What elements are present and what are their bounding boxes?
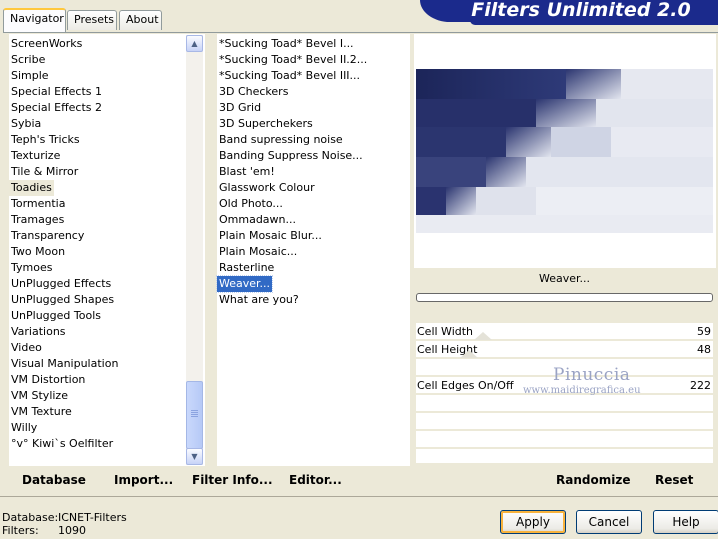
param-spacer <box>414 305 716 323</box>
database-button[interactable]: Database <box>22 466 86 494</box>
slider-handle-icon[interactable] <box>460 350 478 358</box>
category-item[interactable]: Texturize <box>9 148 62 164</box>
category-item[interactable]: Special Effects 1 <box>9 84 104 100</box>
watermark-name: Pinuccia <box>553 365 631 385</box>
progress-bar <box>416 293 713 302</box>
filter-item[interactable]: 3D Superchekers <box>217 116 315 132</box>
reset-button[interactable]: Reset <box>655 466 693 494</box>
tab-navigator[interactable]: Navigator <box>3 8 66 32</box>
preview-image <box>416 69 713 233</box>
tab-presets[interactable]: Presets <box>67 10 117 30</box>
filter-list[interactable]: *Sucking Toad* Bevel I... *Sucking Toad* … <box>215 34 410 466</box>
category-item[interactable]: Teph's Tricks <box>9 132 82 148</box>
filter-item[interactable]: Old Photo... <box>217 196 285 212</box>
cancel-button[interactable]: Cancel <box>576 510 642 534</box>
category-item[interactable]: Willy <box>9 420 39 436</box>
category-item[interactable]: °v° Kiwi`s Oelfilter <box>9 436 115 452</box>
category-item[interactable]: Tymoes <box>9 260 54 276</box>
filter-item[interactable]: *Sucking Toad* Bevel II.2... <box>217 52 369 68</box>
filter-item[interactable]: Weaver... <box>215 275 274 293</box>
category-item[interactable]: ScreenWorks <box>9 36 84 52</box>
param-label: Cell Width <box>417 325 474 338</box>
category-item[interactable]: VM Distortion <box>9 372 87 388</box>
filter-item[interactable]: What are you? <box>217 292 301 308</box>
category-item[interactable]: Toadies <box>9 180 54 196</box>
param-cell-width[interactable]: Cell Width 59 <box>416 323 713 340</box>
param-empty-row <box>416 449 713 464</box>
param-empty-row <box>416 395 713 412</box>
apply-button[interactable]: Apply <box>500 510 566 534</box>
category-item[interactable]: UnPlugged Shapes <box>9 292 116 308</box>
param-value[interactable]: 59 <box>697 323 711 340</box>
watermark-site: www.maidiregrafica.eu <box>523 385 641 396</box>
category-item[interactable]: Scribe <box>9 52 47 68</box>
filter-item[interactable]: Band supressing noise <box>217 132 345 148</box>
param-value[interactable]: 222 <box>690 377 711 394</box>
selected-filter-name: Weaver... <box>538 272 591 285</box>
status-filters-value: 1090 <box>58 524 86 537</box>
randomize-button[interactable]: Randomize <box>556 466 630 494</box>
category-item[interactable]: Transparency <box>9 228 86 244</box>
filter-item[interactable]: Plain Mosaic... <box>217 244 299 260</box>
category-item[interactable]: Two Moon <box>9 244 67 260</box>
category-item[interactable]: Simple <box>9 68 51 84</box>
filter-item[interactable]: *Sucking Toad* Bevel I... <box>217 36 356 52</box>
status-filters-label: Filters: <box>2 524 39 537</box>
param-value[interactable]: 48 <box>697 341 711 358</box>
category-item[interactable]: Video <box>9 340 44 356</box>
filter-item[interactable]: *Sucking Toad* Bevel III... <box>217 68 362 84</box>
param-label: Cell Edges On/Off <box>417 379 514 392</box>
import-button[interactable]: Import... <box>114 466 173 494</box>
tab-about[interactable]: About <box>119 10 162 30</box>
category-item[interactable]: Tile & Mirror <box>9 164 80 180</box>
category-item[interactable]: UnPlugged Effects <box>9 276 113 292</box>
filter-item[interactable]: 3D Grid <box>217 100 263 116</box>
category-item[interactable]: Variations <box>9 324 68 340</box>
filter-item[interactable]: Glasswork Colour <box>217 180 317 196</box>
scroll-down-icon[interactable]: ▼ <box>186 448 203 465</box>
param-empty-row <box>416 431 713 448</box>
category-item[interactable]: VM Stylize <box>9 388 70 404</box>
status-separator <box>0 496 718 497</box>
editor-button[interactable]: Editor... <box>289 466 342 494</box>
status-filters: Filters: 1090 <box>2 524 86 537</box>
category-item[interactable]: UnPlugged Tools <box>9 308 103 324</box>
category-list[interactable]: ScreenWorks Scribe Simple Special Effects 1… <box>9 34 205 466</box>
category-item[interactable]: VM Texture <box>9 404 74 420</box>
category-item[interactable]: Special Effects 2 <box>9 100 104 116</box>
title-swoosh <box>470 20 718 25</box>
filter-item[interactable]: Ommadawn... <box>217 212 298 228</box>
scroll-up-icon[interactable]: ▲ <box>186 35 203 52</box>
param-cell-height[interactable]: Cell Height 48 <box>416 341 713 358</box>
category-item[interactable]: Tramages <box>9 212 66 228</box>
action-bar: Database Import... Filter Info... Editor… <box>0 466 718 494</box>
category-scrollbar[interactable]: ▲ ▼ <box>186 35 203 465</box>
status-database: Database: ICNET-Filters <box>2 511 127 524</box>
filter-item[interactable]: Plain Mosaic Blur... <box>217 228 324 244</box>
filter-item[interactable]: Blast 'em! <box>217 164 277 180</box>
param-empty-row <box>416 413 713 430</box>
filter-item[interactable]: Rasterline <box>217 260 276 276</box>
filter-item[interactable]: 3D Checkers <box>217 84 290 100</box>
status-database-value: ICNET-Filters <box>58 511 127 524</box>
category-item[interactable]: Visual Manipulation <box>9 356 120 372</box>
category-item[interactable]: Tormentia <box>9 196 67 212</box>
scroll-thumb[interactable] <box>186 381 203 449</box>
status-database-label: Database: <box>2 511 59 524</box>
app-title-banner: Filters Unlimited 2.0 <box>420 0 718 22</box>
help-button[interactable]: Help <box>653 510 718 534</box>
filter-info-button[interactable]: Filter Info... <box>192 466 273 494</box>
category-item[interactable]: Sybia <box>9 116 43 132</box>
filter-item[interactable]: Banding Suppress Noise... <box>217 148 365 164</box>
slider-handle-icon[interactable] <box>474 332 492 340</box>
